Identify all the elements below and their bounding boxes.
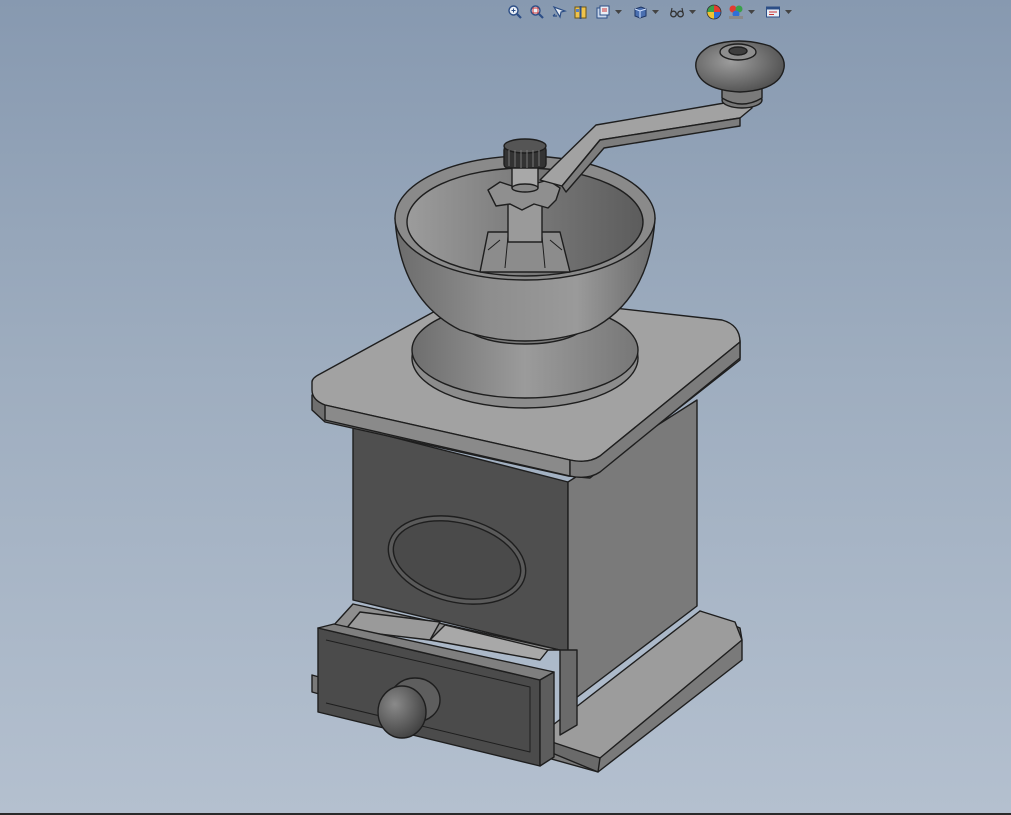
apply-scene-button[interactable] (726, 2, 746, 22)
chevron-down-icon (689, 9, 696, 14)
zoom-to-area-icon (530, 5, 544, 19)
zoom-to-fit-button[interactable] (505, 2, 525, 22)
view-settings-icon (766, 6, 780, 18)
display-style-dropdown[interactable] (652, 2, 659, 22)
hide-show-glasses-icon (670, 7, 684, 18)
previous-view-button[interactable] (549, 2, 569, 22)
chevron-down-icon (652, 9, 659, 14)
display-style-button[interactable] (630, 2, 650, 22)
zoom-to-fit-icon (508, 5, 522, 19)
annotation-view-icon (596, 5, 610, 19)
view-orientation-dropdown[interactable] (615, 2, 622, 22)
coffee-grinder-model[interactable] (0, 0, 1011, 815)
apply-scene-dropdown[interactable] (748, 2, 755, 22)
hide-show-items-dropdown[interactable] (689, 2, 696, 22)
edit-appearance-button[interactable] (704, 2, 724, 22)
appearance-sphere-icon (706, 4, 722, 20)
scene-icon (729, 5, 743, 19)
zoom-to-area-button[interactable] (527, 2, 547, 22)
view-settings-button[interactable] (763, 2, 783, 22)
view-settings-dropdown[interactable] (785, 2, 792, 22)
crank-knob[interactable] (695, 40, 785, 109)
chevron-down-icon (748, 9, 755, 14)
section-view-icon (574, 6, 587, 19)
crank-handle[interactable] (539, 99, 753, 193)
annotation-views-button[interactable] (593, 2, 613, 22)
hide-show-items-button[interactable] (667, 2, 687, 22)
display-style-cube-icon (634, 6, 647, 19)
previous-view-icon (552, 5, 567, 19)
graphics-area[interactable] (0, 0, 1011, 815)
chevron-down-icon (615, 9, 622, 14)
section-view-button[interactable] (571, 2, 591, 22)
heads-up-view-toolbar (505, 2, 792, 22)
chevron-down-icon (785, 9, 792, 14)
